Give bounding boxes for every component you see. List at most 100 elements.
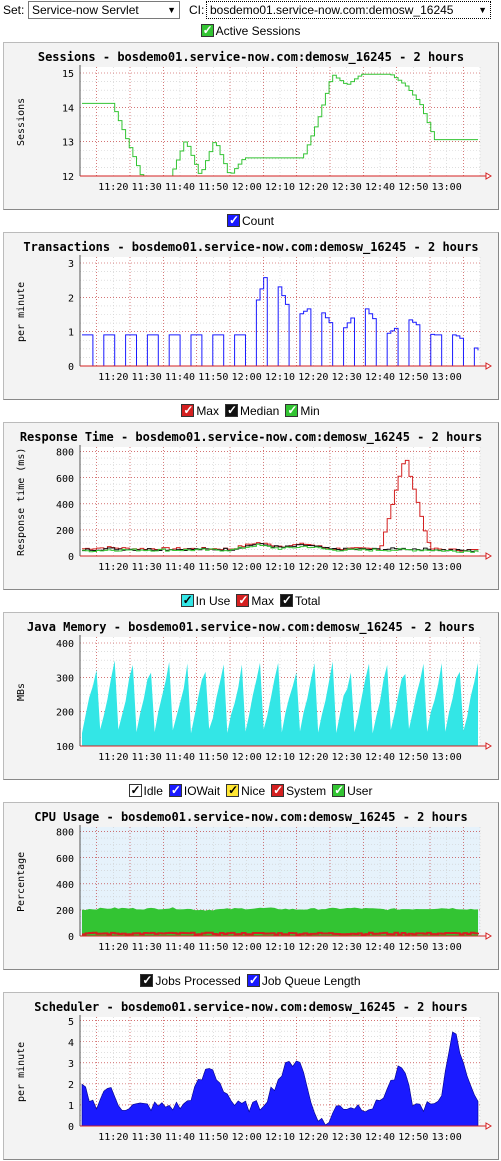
scheduler-y-tick-label: 2 (68, 1080, 74, 1091)
checkmark-icon: ✓ (228, 213, 240, 227)
scheduler-x-tick-label: 12:40 (365, 1132, 395, 1143)
scheduler-x-tick-label: 12:00 (232, 1132, 262, 1143)
scheduler-x-tick-label: 11:20 (98, 1132, 128, 1143)
cpu-legend-item[interactable]: ✓ Idle (128, 783, 163, 798)
ci-select-value: bosdemo01.service-now.com:demosw_16245 (210, 3, 454, 17)
response-legend-label: Max (196, 404, 219, 418)
scheduler-x-tick-label: 12:30 (332, 1132, 362, 1143)
cpu-x-tick-label: 12:00 (232, 942, 262, 953)
response-x-tick-label: 11:30 (132, 562, 162, 573)
checkbox-icon[interactable]: ✓ (128, 783, 142, 797)
x-axis-arrow-icon (485, 362, 492, 370)
sessions-x-tick-label: 12:40 (365, 182, 395, 193)
chevron-down-icon: ▼ (478, 5, 487, 15)
transactions-x-tick-label: 12:00 (232, 372, 262, 383)
transactions-x-tick-label: 12:40 (365, 372, 395, 383)
cpu-legend-item[interactable]: ✓ System (271, 783, 326, 798)
memory-y-tick-label: 100 (56, 742, 74, 753)
checkbox-icon[interactable]: ✓ (280, 593, 293, 607)
response-x-tick-label: 12:40 (365, 562, 395, 573)
checkmark-icon: ✓ (248, 973, 259, 987)
response-x-tick-label: 12:50 (398, 562, 428, 573)
checkbox-icon[interactable]: ✓ (200, 23, 214, 37)
memory-x-tick-label: 11:30 (132, 752, 162, 763)
checkbox-icon[interactable]: ✓ (226, 783, 240, 797)
cpu-legend-label: User (347, 784, 373, 798)
memory-x-tick-label: 13:00 (432, 752, 462, 763)
response-y-tick-label: 800 (56, 448, 74, 459)
memory-legend-label: Max (251, 594, 274, 608)
memory-legend-item[interactable]: ✓ Max (236, 593, 274, 608)
checkbox-icon[interactable]: ✓ (140, 973, 154, 987)
response-x-tick-label: 11:50 (198, 562, 228, 573)
checkmark-icon: ✓ (226, 403, 238, 417)
checkbox-icon[interactable]: ✓ (226, 213, 240, 227)
cpu-x-tick-label: 11:30 (132, 942, 162, 953)
memory-chart-panel: Java Memory - bosdemo01.service-now.com:… (3, 612, 499, 780)
scheduler-x-tick-label: 11:40 (165, 1132, 195, 1143)
checkmark-icon: ✓ (282, 593, 293, 607)
x-axis-arrow-icon (485, 552, 492, 560)
transactions-x-tick-label: 13:00 (432, 372, 462, 383)
response-y-tick-label: 600 (56, 474, 74, 485)
response-x-tick-label: 12:30 (332, 562, 362, 573)
cpu-legend-item[interactable]: ✓ Nice (226, 783, 265, 798)
checkbox-icon[interactable]: ✓ (271, 783, 285, 797)
response-y-tick-label: 0 (68, 552, 74, 563)
scheduler-x-tick-label: 12:10 (265, 1132, 295, 1143)
checkbox-icon[interactable]: ✓ (236, 593, 250, 607)
cpu-chart-panel: CPU Usage - bosdemo01.service-now.com:de… (3, 802, 499, 970)
chevron-down-icon: ▼ (167, 5, 176, 15)
checkbox-icon[interactable]: ✓ (168, 783, 182, 797)
cpu-y-tick-label: 0 (68, 932, 74, 943)
checkbox-icon[interactable]: ✓ (180, 593, 194, 607)
checkbox-icon[interactable]: ✓ (224, 403, 238, 417)
response-x-tick-label: 11:40 (165, 562, 195, 573)
cpu-x-tick-label: 11:40 (165, 942, 195, 953)
checkmark-icon: ✓ (287, 403, 298, 417)
sessions-x-tick-label: 11:30 (132, 182, 162, 193)
transactions-legend-label: Count (241, 214, 275, 228)
cpu-x-tick-label: 11:50 (198, 942, 228, 953)
x-axis-arrow-icon (485, 172, 492, 180)
scheduler-x-tick-label: 11:50 (198, 1132, 228, 1143)
cpu-legend-item[interactable]: ✓ User (332, 783, 373, 798)
scheduler-legend-item[interactable]: ✓ Job Queue Length (246, 973, 361, 988)
checkbox-icon[interactable]: ✓ (246, 973, 260, 987)
transactions-y-tick-label: 3 (68, 259, 74, 270)
sessions-chart-panel: Sessions - bosdemo01.service-now.com:dem… (3, 42, 499, 210)
memory-legend-item[interactable]: ✓ Total (280, 593, 321, 608)
cpu-legend-label: IOWait (183, 784, 221, 798)
transactions-legend-item[interactable]: ✓ Count (226, 213, 275, 228)
memory-x-tick-label: 12:20 (298, 752, 328, 763)
checkbox-icon[interactable]: ✓ (285, 403, 299, 417)
response-x-tick-label: 12:00 (232, 562, 262, 573)
set-select[interactable]: Service-now Servlet ▼ (28, 1, 180, 19)
sessions-legend-item[interactable]: ✓ Active Sessions (200, 23, 300, 38)
scheduler-y-tick-label: 1 (68, 1101, 74, 1112)
checkbox-icon[interactable]: ✓ (332, 783, 346, 797)
cpu-y-tick-label: 800 (56, 828, 74, 839)
checkbox-icon[interactable]: ✓ (181, 403, 195, 417)
memory-legend-item[interactable]: ✓ In Use (180, 593, 230, 608)
response-plot: 020040060080011:20 11:30 11:40 11:50 12:00 12… (56, 445, 492, 573)
response-legend-item[interactable]: ✓ Median (224, 403, 279, 418)
scheduler-legend-label: Job Queue Length (261, 974, 361, 988)
memory-legend-label: Total (295, 594, 321, 608)
scheduler-x-tick-label: 13:00 (432, 1132, 462, 1143)
response-legend-item[interactable]: ✓ Max (181, 403, 219, 418)
scheduler-legend-item[interactable]: ✓ Jobs Processed (140, 973, 241, 988)
ci-select[interactable]: bosdemo01.service-now.com:demosw_16245 ▼ (206, 1, 491, 19)
cpu-legend-item[interactable]: ✓ IOWait (168, 783, 221, 798)
transactions-y-tick-label: 1 (68, 328, 74, 339)
sessions-y-tick-label: 15 (62, 69, 74, 80)
scheduler-x-tick-label: 12:20 (298, 1132, 328, 1143)
response-x-tick-label: 11:20 (98, 562, 128, 573)
scheduler-x-tick-label: 12:50 (398, 1132, 428, 1143)
transactions-x-tick-label: 12:30 (332, 372, 362, 383)
cpu-x-tick-label: 12:50 (398, 942, 428, 953)
response-legend-item[interactable]: ✓ Min (285, 403, 320, 418)
sessions-x-tick-label: 12:10 (265, 182, 295, 193)
scheduler-legend-label: Jobs Processed (155, 974, 241, 988)
cpu-plot: 020040060080011:20 11:30 11:40 11:50 12:00 12… (56, 825, 492, 953)
